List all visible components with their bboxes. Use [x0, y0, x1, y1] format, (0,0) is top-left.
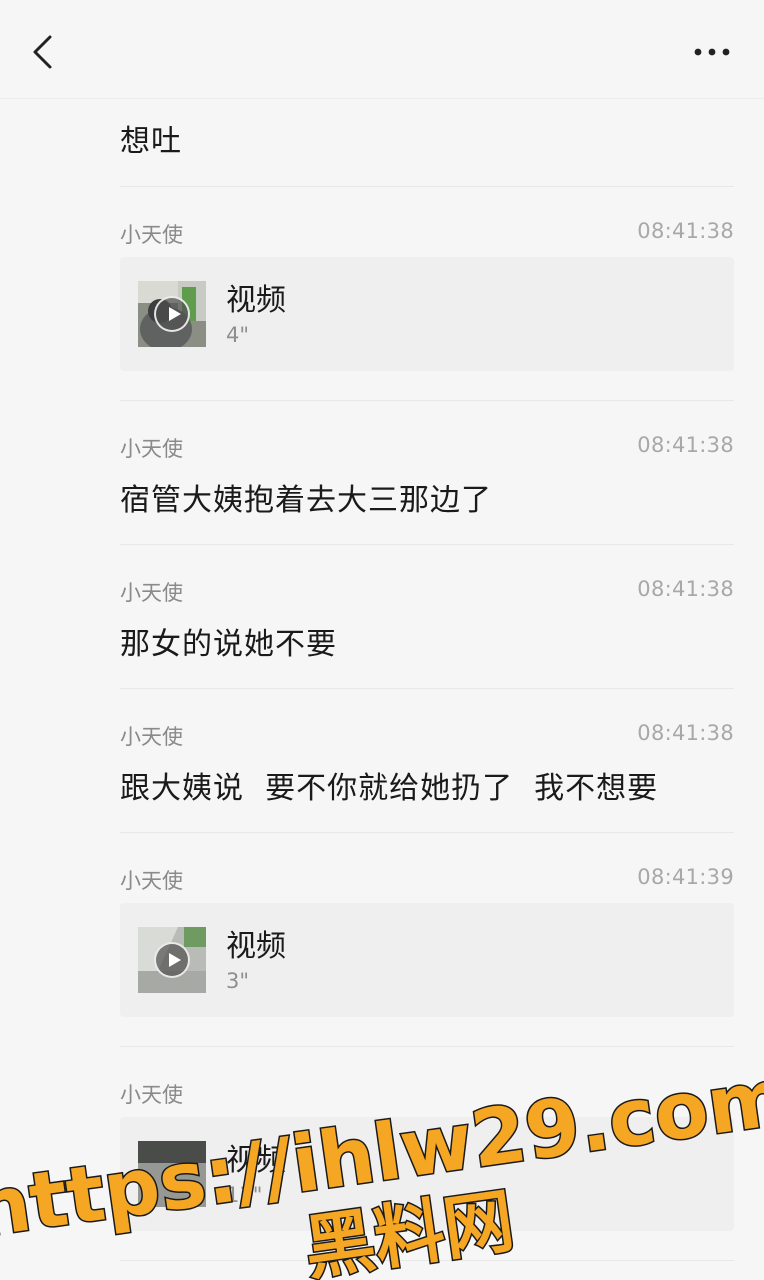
list-item: 想吐	[120, 98, 734, 187]
video-duration: 4"	[226, 323, 250, 347]
message-time: 08:41:39	[637, 865, 734, 889]
message-text: 那女的说她不要	[120, 627, 337, 662]
top-bar	[0, 0, 764, 99]
message-time: 08:41:38	[637, 433, 734, 457]
video-duration: 13"	[226, 1183, 263, 1207]
message-time: 08:41:38	[637, 721, 734, 745]
more-options-button[interactable]	[690, 36, 734, 68]
message-time: 08:41:38	[637, 577, 734, 601]
video-title: 视频	[226, 283, 286, 318]
sender-name: 小天使	[120, 1083, 183, 1107]
video-thumbnail[interactable]	[138, 1141, 206, 1207]
play-icon	[154, 942, 190, 978]
sender-name: 小天使	[120, 581, 183, 605]
play-icon	[154, 296, 190, 332]
video-thumbnail[interactable]	[138, 927, 206, 993]
sender-name: 小天使	[120, 725, 183, 749]
message-text: 跟大姨说 要不你就给她扔了 我不想要	[120, 771, 659, 806]
list-item: 小天使 视频 13"	[120, 1047, 734, 1261]
list-item: 小天使 08:41:39 视频 3"	[120, 833, 734, 1047]
chevron-left-icon	[33, 35, 52, 69]
sender-name: 小天使	[120, 437, 183, 461]
list-item: 小天使 08:41:38 宿管大姨抱着去大三那边了	[120, 401, 734, 545]
video-message-card[interactable]: 视频 3"	[120, 903, 734, 1017]
message-text: 想吐	[120, 124, 182, 159]
video-title: 视频	[226, 1143, 286, 1178]
list-item: 小天使 08:41:38 视频 4"	[120, 187, 734, 401]
message-time: 08:41:38	[637, 219, 734, 243]
sender-name: 小天使	[120, 869, 183, 893]
list-item: 小天使 08:41:38 跟大姨说 要不你就给她扔了 我不想要	[120, 689, 734, 833]
video-title: 视频	[226, 929, 286, 964]
video-duration: 3"	[226, 969, 250, 993]
back-button[interactable]	[22, 30, 62, 74]
message-text: 宿管大姨抱着去大三那边了	[120, 483, 492, 518]
video-thumbnail[interactable]	[138, 281, 206, 347]
more-horizontal-icon	[694, 48, 730, 56]
video-message-card[interactable]: 视频 13"	[120, 1117, 734, 1231]
sender-name: 小天使	[120, 223, 183, 247]
message-list[interactable]: 想吐 小天使 08:41:38 视频 4" 小天使 08:41:38 宿管大姨抱…	[120, 98, 734, 1261]
list-item: 小天使 08:41:38 那女的说她不要	[120, 545, 734, 689]
video-message-card[interactable]: 视频 4"	[120, 257, 734, 371]
